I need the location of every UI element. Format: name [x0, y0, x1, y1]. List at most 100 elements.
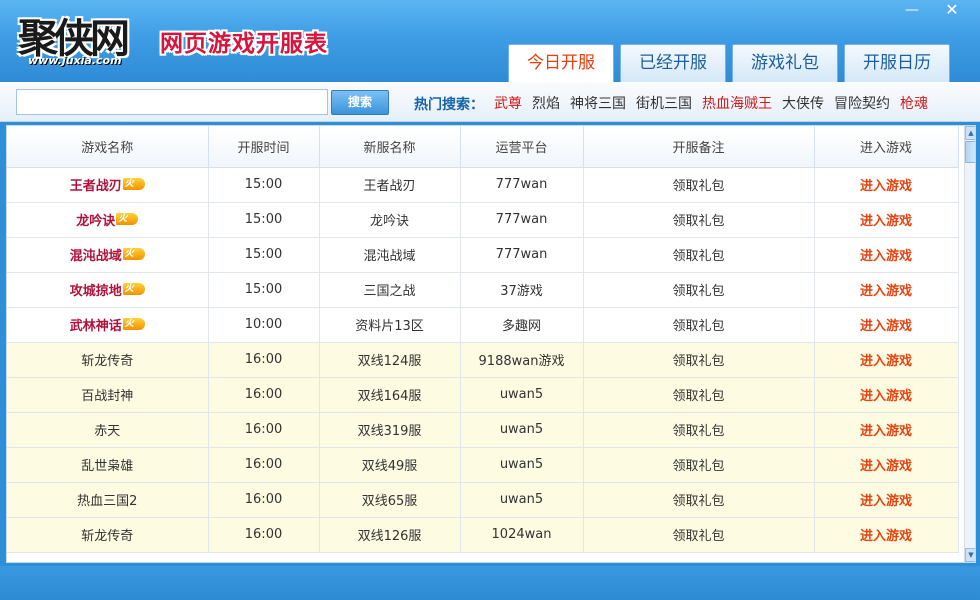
game-name[interactable]: 王者战刃	[70, 179, 122, 194]
claim-gift-link[interactable]: 领取礼包	[672, 214, 724, 229]
claim-gift-link[interactable]: 领取礼包	[672, 284, 724, 299]
column-header: 运营平台	[460, 126, 584, 168]
enter-game-link[interactable]: 进入游戏	[860, 214, 912, 229]
game-name[interactable]: 斩龙传奇	[81, 529, 133, 544]
gift-cell: 领取礼包	[583, 342, 815, 378]
game-name-cell[interactable]: 武林神话火	[7, 307, 209, 343]
platform-name: 777wan	[460, 237, 584, 273]
fire-badge-icon: 火	[122, 248, 145, 260]
game-name-cell[interactable]: 百战封神	[7, 377, 209, 413]
enter-game-link[interactable]: 进入游戏	[860, 179, 912, 194]
server-name: 混沌战域	[319, 237, 461, 273]
claim-gift-link[interactable]: 领取礼包	[672, 319, 724, 334]
game-name-cell[interactable]: 斩龙传奇	[7, 517, 209, 553]
game-name-cell[interactable]: 王者战刃火	[7, 167, 209, 203]
table-row: 赤天 16:00 双线319服 uwan5 领取礼包 进入游戏	[7, 412, 959, 448]
vertical-scrollbar[interactable]: ▲ ▼	[964, 126, 975, 562]
enter-game-link[interactable]: 进入游戏	[860, 389, 912, 404]
hot-search-link[interactable]: 大侠传	[782, 93, 824, 113]
search-button[interactable]: 搜索	[331, 90, 389, 115]
game-name-cell[interactable]: 攻城掠地火	[7, 272, 209, 308]
table-row: 武林神话火 10:00 资料片13区 多趣网 领取礼包 进入游戏	[7, 307, 959, 343]
hot-search-links: 武尊 烈焰 神将三国 街机三国 热血海贼王 大侠传 冒险契约 枪魂	[494, 93, 938, 113]
table-row: 王者战刃火 15:00 王者战刃 777wan 领取礼包 进入游戏	[7, 167, 959, 203]
minimize-button[interactable]: —	[900, 2, 924, 20]
gift-cell: 领取礼包	[583, 447, 815, 483]
game-name[interactable]: 混沌战域	[70, 249, 122, 264]
hot-search-link[interactable]: 冒险契约	[834, 93, 890, 113]
claim-gift-link[interactable]: 领取礼包	[672, 389, 724, 404]
hot-search-link[interactable]: 神将三国	[570, 93, 626, 113]
enter-game-link[interactable]: 进入游戏	[860, 424, 912, 439]
fire-badge-icon: 火	[122, 318, 145, 330]
enter-game-link[interactable]: 进入游戏	[860, 284, 912, 299]
tab-calendar[interactable]: 开服日历	[844, 44, 950, 82]
game-name-cell[interactable]: 赤天	[7, 412, 209, 448]
platform-name: 777wan	[460, 167, 584, 203]
game-name-cell[interactable]: 龙吟诀火	[7, 202, 209, 238]
game-name[interactable]: 百战封神	[81, 389, 133, 404]
gift-cell: 领取礼包	[583, 482, 815, 518]
scroll-thumb[interactable]	[965, 141, 975, 163]
game-name-cell[interactable]: 热血三国2	[7, 482, 209, 518]
scroll-up-icon[interactable]: ▲	[965, 126, 975, 140]
hot-search-link[interactable]: 烈焰	[532, 93, 560, 113]
claim-gift-link[interactable]: 领取礼包	[672, 354, 724, 369]
server-name: 双线319服	[319, 412, 461, 448]
claim-gift-link[interactable]: 领取礼包	[672, 249, 724, 264]
claim-gift-link[interactable]: 领取礼包	[672, 459, 724, 474]
enter-game-cell: 进入游戏	[814, 482, 959, 518]
platform-name: 多趣网	[460, 307, 584, 343]
close-button[interactable]: ✕	[940, 2, 964, 20]
enter-game-cell: 进入游戏	[814, 167, 959, 203]
claim-gift-link[interactable]: 领取礼包	[672, 494, 724, 509]
game-name-cell[interactable]: 混沌战域火	[7, 237, 209, 273]
server-table: 游戏名称 开服时间 新服名称 运营平台 开服备注 进入游戏 王者战刃火 15:00…	[7, 126, 959, 553]
site-logo[interactable]: 聚侠网 www.juxia.com	[12, 6, 152, 70]
tab-today[interactable]: 今日开服	[508, 44, 614, 83]
game-name[interactable]: 龙吟诀	[76, 214, 115, 229]
platform-name: 37游戏	[460, 272, 584, 308]
column-header: 进入游戏	[814, 126, 959, 168]
tab-opened[interactable]: 已经开服	[620, 44, 726, 82]
enter-game-link[interactable]: 进入游戏	[860, 494, 912, 509]
server-name: 资料片13区	[319, 307, 461, 343]
tab-gifts[interactable]: 游戏礼包	[732, 44, 838, 82]
enter-game-link[interactable]: 进入游戏	[860, 529, 912, 544]
hot-search-link[interactable]: 街机三国	[636, 93, 692, 113]
claim-gift-link[interactable]: 领取礼包	[672, 424, 724, 439]
open-time: 16:00	[208, 482, 320, 518]
hot-search-link[interactable]: 枪魂	[900, 93, 928, 113]
platform-name: 1024wan	[460, 517, 584, 553]
enter-game-link[interactable]: 进入游戏	[860, 319, 912, 334]
game-name[interactable]: 赤天	[94, 424, 120, 439]
claim-gift-link[interactable]: 领取礼包	[672, 179, 724, 194]
table-row: 攻城掠地火 15:00 三国之战 37游戏 领取礼包 进入游戏	[7, 272, 959, 308]
enter-game-link[interactable]: 进入游戏	[860, 459, 912, 474]
claim-gift-link[interactable]: 领取礼包	[672, 529, 724, 544]
table-row: 百战封神 16:00 双线164服 uwan5 领取礼包 进入游戏	[7, 377, 959, 413]
hot-search-link[interactable]: 武尊	[494, 93, 522, 113]
enter-game-link[interactable]: 进入游戏	[860, 354, 912, 369]
enter-game-cell: 进入游戏	[814, 307, 959, 343]
server-name: 王者战刃	[319, 167, 461, 203]
game-name-cell[interactable]: 斩龙传奇	[7, 342, 209, 378]
enter-game-cell: 进入游戏	[814, 517, 959, 553]
game-name-cell[interactable]: 乱世枭雄	[7, 447, 209, 483]
enter-game-link[interactable]: 进入游戏	[860, 249, 912, 264]
server-name: 三国之战	[319, 272, 461, 308]
game-name[interactable]: 乱世枭雄	[81, 459, 133, 474]
game-name[interactable]: 热血三国2	[77, 494, 137, 509]
enter-game-cell: 进入游戏	[814, 272, 959, 308]
game-name[interactable]: 斩龙传奇	[81, 354, 133, 369]
search-input[interactable]	[16, 89, 328, 115]
gift-cell: 领取礼包	[583, 237, 815, 273]
platform-name: 777wan	[460, 202, 584, 238]
scroll-down-icon[interactable]: ▼	[965, 548, 975, 562]
hot-search-link[interactable]: 热血海贼王	[702, 93, 772, 113]
table-row: 乱世枭雄 16:00 双线49服 uwan5 领取礼包 进入游戏	[7, 447, 959, 483]
game-name[interactable]: 攻城掠地	[70, 284, 122, 299]
column-header: 开服备注	[583, 126, 815, 168]
game-name[interactable]: 武林神话	[70, 319, 122, 334]
server-name: 双线126服	[319, 517, 461, 553]
